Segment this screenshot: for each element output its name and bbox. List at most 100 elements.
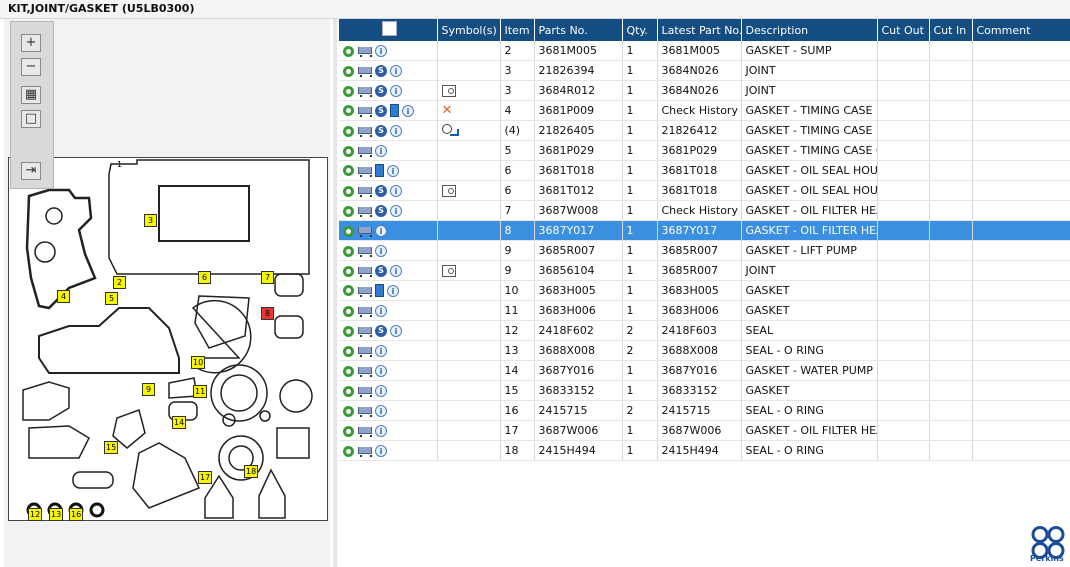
fit-view-icon[interactable]: ▦	[21, 86, 41, 104]
cart-icon[interactable]	[357, 65, 372, 77]
callout-18[interactable]: 18	[244, 465, 259, 478]
info-icon[interactable]: i	[375, 405, 387, 417]
service-icon[interactable]: S	[375, 65, 387, 77]
column-header-symbols[interactable]: Symbol(s)	[437, 19, 501, 41]
service-icon[interactable]: S	[375, 265, 387, 277]
service-icon[interactable]: S	[375, 205, 387, 217]
info-icon[interactable]: i	[375, 145, 387, 157]
table-row[interactable]: i 14 3687Y016 1 3687Y016 GASKET - WATER PUMP	[339, 360, 1070, 381]
info-icon[interactable]: i	[375, 385, 387, 397]
configure-icon[interactable]	[343, 325, 354, 337]
table-row[interactable]: i 18 2415H494 1 2415H494 SEAL - O RING	[339, 440, 1070, 461]
table-row[interactable]: Si 6 3681T012 1 3681T018 GASKET - OIL SEAL HO…	[339, 180, 1070, 201]
column-header-latest-part[interactable]: Latest Part No.	[657, 19, 742, 41]
column-header-cut-in[interactable]: Cut In	[929, 19, 973, 41]
illustration-icon[interactable]	[441, 265, 456, 277]
callout-11[interactable]: 11	[193, 385, 208, 398]
actual-size-icon[interactable]: □	[21, 110, 41, 128]
cart-icon[interactable]	[357, 265, 372, 277]
service-icon[interactable]: S	[375, 185, 387, 197]
callout-6[interactable]: 6	[198, 271, 211, 284]
callout-17[interactable]: 17	[198, 471, 213, 484]
configure-icon[interactable]	[343, 205, 354, 217]
history-icon[interactable]	[441, 124, 459, 137]
callout-2[interactable]: 2	[113, 276, 126, 289]
info-icon[interactable]: i	[375, 225, 387, 237]
column-header-comment[interactable]: Comment	[972, 19, 1070, 41]
table-row[interactable]: Si 3 21826394 1 3684N026 JOINT	[339, 60, 1070, 81]
cart-icon[interactable]	[357, 445, 372, 457]
column-header-description[interactable]: Description	[741, 19, 878, 41]
cart-icon[interactable]	[357, 325, 372, 337]
cart-icon[interactable]	[357, 45, 372, 57]
info-icon[interactable]: i	[390, 205, 402, 217]
info-icon[interactable]: i	[387, 164, 399, 177]
configure-icon[interactable]	[343, 285, 354, 297]
configure-icon[interactable]	[343, 165, 354, 177]
table-row[interactable]: i 2 3681M005 1 3681M005 GASKET - SUMP	[339, 41, 1070, 61]
table-row[interactable]: Si ✕ 4 3681P009 1 Check History GASKET - TIMIN…	[339, 100, 1070, 121]
service-icon[interactable]: S	[375, 104, 387, 117]
cart-icon[interactable]	[357, 345, 372, 357]
table-row[interactable]: Si 12 2418F602 2 2418F603 SEAL	[339, 320, 1070, 341]
manual-icon[interactable]	[375, 284, 384, 298]
info-icon[interactable]: i	[387, 284, 399, 297]
illustration-icon[interactable]	[441, 185, 456, 197]
callout-7[interactable]: 7	[261, 271, 274, 284]
service-icon[interactable]: S	[375, 85, 387, 97]
configure-icon[interactable]	[343, 265, 354, 277]
table-row[interactable]: i 5 3681P029 1 3681P029 GASKET - TIMING CASE …	[339, 140, 1070, 161]
configure-icon[interactable]	[343, 65, 354, 77]
column-header-qty[interactable]: Qty.	[622, 19, 658, 41]
configure-icon[interactable]	[343, 85, 354, 97]
info-icon[interactable]: i	[390, 185, 402, 197]
table-row[interactable]: Si (4) 21826405 1 21826412 GASKET - TIMING CA…	[339, 120, 1070, 141]
service-icon[interactable]: S	[375, 325, 387, 337]
info-icon[interactable]: i	[375, 345, 387, 357]
configure-icon[interactable]	[343, 185, 354, 197]
find-icon[interactable]	[382, 21, 398, 36]
panel-splitter[interactable]	[333, 19, 337, 567]
cart-icon[interactable]	[357, 285, 372, 297]
table-row[interactable]: i 17 3687W006 1 3687W006 GASKET - OIL FILTER …	[339, 420, 1070, 441]
configure-icon[interactable]	[343, 45, 354, 57]
cart-icon[interactable]	[357, 225, 372, 237]
cart-icon[interactable]	[357, 365, 372, 377]
manual-icon[interactable]	[390, 104, 399, 118]
configure-icon[interactable]	[343, 445, 354, 457]
configure-icon[interactable]	[343, 245, 354, 257]
callout-14[interactable]: 14	[172, 416, 187, 429]
column-header-actions[interactable]	[339, 19, 438, 41]
table-row[interactable]: i 6 3681T018 1 3681T018 GASKET - OIL SEAL HOU…	[339, 160, 1070, 181]
info-icon[interactable]: i	[390, 325, 402, 337]
table-row[interactable]: i 15 36833152 1 36833152 GASKET	[339, 380, 1070, 401]
configure-icon[interactable]	[343, 105, 354, 117]
cart-icon[interactable]	[357, 425, 372, 437]
info-icon[interactable]: i	[375, 445, 387, 457]
info-icon[interactable]: i	[390, 125, 402, 137]
cart-icon[interactable]	[357, 145, 372, 157]
cart-icon[interactable]	[357, 385, 372, 397]
column-header-parts-no[interactable]: Parts No.	[534, 19, 623, 41]
column-header-cut-out[interactable]: Cut Out	[877, 19, 930, 41]
exploded-diagram[interactable]: 1 3 2 4 5 6 7 8 10 9 11 14 15 17 18 12 1…	[8, 157, 328, 521]
table-row[interactable]: i 10 3683H005 1 3683H005 GASKET	[339, 280, 1070, 301]
configure-icon[interactable]	[343, 365, 354, 377]
zoom-in-icon[interactable]: +	[21, 34, 41, 52]
table-row[interactable]: Si 7 3687W008 1 Check History GASKET - OIL FI…	[339, 200, 1070, 221]
cart-icon[interactable]	[357, 305, 372, 317]
manual-icon[interactable]	[375, 164, 384, 178]
table-row[interactable]: i 9 3685R007 1 3685R007 GASKET - LIFT PUMP	[339, 240, 1070, 261]
callout-10[interactable]: 10	[191, 356, 206, 369]
callout-3[interactable]: 3	[144, 214, 157, 227]
info-icon[interactable]: i	[375, 305, 387, 317]
info-icon[interactable]: i	[375, 425, 387, 437]
table-row[interactable]: i 13 3688X008 2 3688X008 SEAL - O RING	[339, 340, 1070, 361]
table-row[interactable]: Si 3 3684R012 1 3684N026 JOINT	[339, 80, 1070, 101]
cart-icon[interactable]	[357, 405, 372, 417]
callout-13[interactable]: 13	[49, 508, 64, 521]
cart-icon[interactable]	[357, 105, 372, 117]
cart-icon[interactable]	[357, 205, 372, 217]
info-icon[interactable]: i	[390, 265, 402, 277]
configure-icon[interactable]	[343, 125, 354, 137]
